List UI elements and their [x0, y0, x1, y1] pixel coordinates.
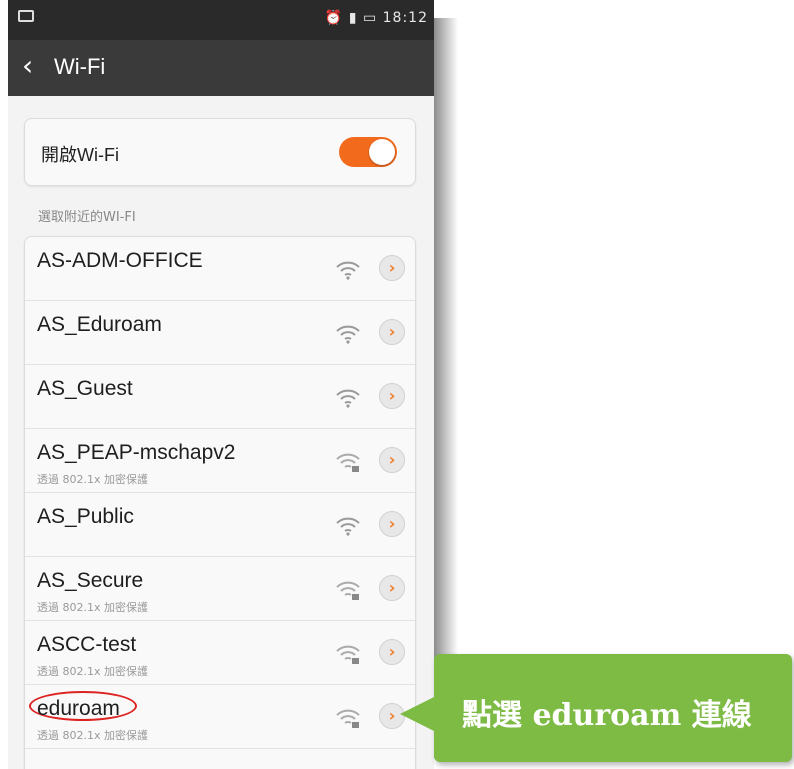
status-time: 18:12 [382, 10, 428, 26]
network-ssid: AS_Guest [37, 377, 133, 400]
network-row[interactable]: AS_Eduroam › [25, 301, 415, 365]
network-details-icon[interactable]: › [379, 447, 405, 473]
network-details-icon[interactable]: › [379, 639, 405, 665]
wifi-open-icon [336, 325, 360, 344]
callout-tail [400, 696, 436, 732]
network-ssid: AS_Secure [37, 569, 144, 592]
signal-icon: ▮ [348, 10, 358, 26]
network-ssid: ASCC-test [37, 633, 137, 656]
phone-shadow [434, 18, 458, 758]
wifi-locked-icon [336, 645, 360, 664]
toggle-knob [369, 139, 395, 165]
network-row[interactable]: AS_PEAP-mschapv2 透過 802.1x 加密保護 › [25, 429, 415, 493]
alarm-icon: ⏰ [324, 10, 344, 26]
wifi-open-icon [336, 517, 360, 536]
battery-icon: ▭ [362, 10, 378, 26]
wifi-locked-icon [336, 581, 360, 600]
wifi-open-icon [336, 261, 360, 280]
network-ssid: AS-ADM-OFFICE [37, 249, 203, 272]
network-ssid: AS_Eduroam [37, 313, 162, 336]
callout-text: 點選 eduroam 連線 [462, 698, 752, 733]
wifi-locked-icon [336, 453, 360, 472]
wifi-locked-icon [336, 709, 360, 728]
network-row[interactable]: AS-ADM-OFFICE › [25, 237, 415, 301]
phone-screen: ⏰ ▮ ▭ 18:12 ‹ Wi-Fi 開啟Wi-Fi 選取附近的WI-FI A… [8, 0, 434, 769]
network-ssid: AS_PEAP-mschapv2 [37, 441, 236, 464]
network-row[interactable]: AS_Guest › [25, 365, 415, 429]
network-details-icon[interactable]: › [379, 575, 405, 601]
wifi-open-icon [336, 389, 360, 408]
wifi-toggle-label: 開啟Wi-Fi [41, 145, 119, 165]
network-ssid: AS_Public [37, 505, 134, 528]
network-row[interactable]: ASCC-test 透過 802.1x 加密保護 › [25, 621, 415, 685]
network-row-eduroam[interactable]: eduroam 透過 802.1x 加密保護 › [25, 685, 415, 749]
network-row[interactable]: AS_Public › [25, 493, 415, 557]
title-bar: ‹ Wi-Fi [8, 40, 434, 96]
network-details-icon[interactable]: › [379, 319, 405, 345]
network-security: 透過 802.1x 加密保護 [37, 601, 148, 614]
status-right: ⏰ ▮ ▭ 18:12 [325, 10, 428, 26]
back-icon[interactable]: ‹ [22, 52, 33, 80]
network-security: 透過 802.1x 加密保護 [37, 665, 148, 678]
network-details-icon[interactable]: › [379, 383, 405, 409]
network-list: AS-ADM-OFFICE › AS_Eduroam › AS_Guest › … [24, 236, 416, 769]
wifi-toggle-card[interactable]: 開啟Wi-Fi [24, 118, 416, 186]
network-details-icon[interactable]: › [379, 255, 405, 281]
instruction-callout: 點選 eduroam 連線 [400, 654, 792, 762]
network-security: 透過 802.1x 加密保護 [37, 729, 148, 742]
section-header: 選取附近的WI-FI [38, 210, 136, 225]
page-title: Wi-Fi [54, 54, 106, 79]
screenshot-icon [18, 10, 34, 22]
network-row[interactable]: AS_Secure 透過 802.1x 加密保護 › [25, 557, 415, 621]
network-ssid: eduroam [37, 697, 120, 720]
network-security: 透過 802.1x 加密保護 [37, 473, 148, 486]
network-details-icon[interactable]: › [379, 511, 405, 537]
wifi-toggle-switch[interactable] [339, 137, 397, 167]
status-bar: ⏰ ▮ ▭ 18:12 [8, 0, 434, 40]
